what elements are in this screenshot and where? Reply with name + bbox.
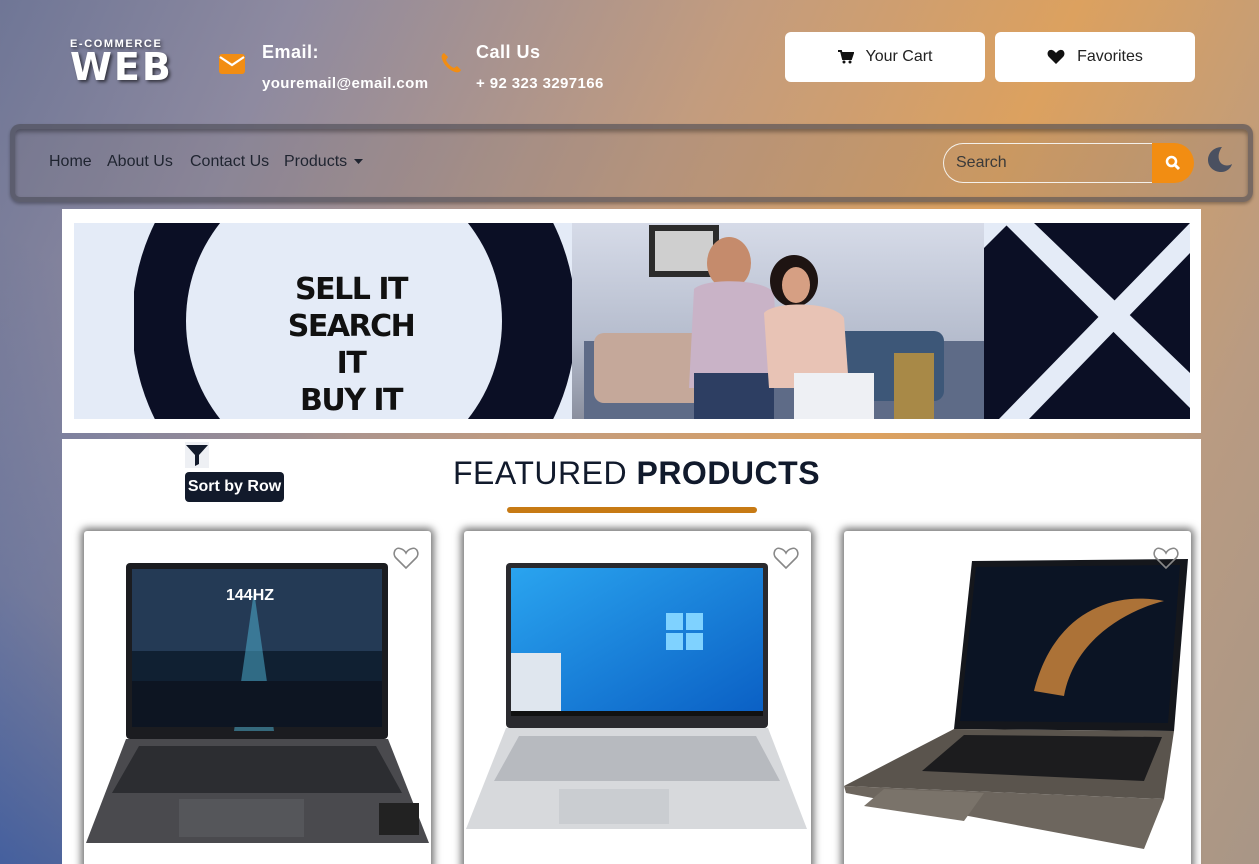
cart-label: Your Cart: [865, 48, 933, 65]
cart-icon: [837, 50, 854, 64]
cart-button[interactable]: Your Cart: [785, 32, 985, 82]
heart-filled-icon: [1047, 49, 1065, 64]
heart-outline-icon: [773, 547, 799, 570]
nav-home[interactable]: Home: [49, 153, 92, 171]
heart-outline-icon: [393, 547, 419, 570]
product-card[interactable]: 144HZ: [84, 531, 431, 864]
nav-products-label: Products: [284, 153, 348, 170]
nav-products-dropdown[interactable]: Products: [284, 153, 363, 171]
moon-icon: [1208, 147, 1232, 172]
favorite-toggle[interactable]: [393, 547, 419, 575]
favorite-toggle[interactable]: [773, 547, 799, 575]
product-image-laptop-graphite: [844, 559, 1188, 849]
search-input[interactable]: [943, 143, 1153, 183]
email-value[interactable]: youremail@email.com: [262, 75, 428, 92]
heading-underline: [507, 507, 757, 513]
call-block: Call Us + 92 323 3297166: [476, 42, 604, 92]
email-title: Email:: [262, 42, 320, 62]
dark-mode-toggle[interactable]: [1206, 145, 1234, 178]
product-image-laptop-dark: [86, 563, 429, 843]
product-card[interactable]: [844, 531, 1191, 864]
filter-button[interactable]: [185, 442, 209, 473]
phone-icon: [440, 52, 462, 79]
heading-light: FEATURED: [453, 455, 637, 491]
banner-graphic: [74, 223, 1190, 419]
search-button[interactable]: [1152, 143, 1194, 183]
search-icon: [1165, 155, 1181, 171]
email-block: Email: youremail@email.com: [262, 42, 428, 92]
envelope-icon: [219, 54, 245, 81]
nav-about[interactable]: About Us: [107, 153, 173, 171]
banner-line-1: SELL IT: [295, 272, 408, 307]
sort-by-row-button[interactable]: Sort by Row: [185, 472, 284, 502]
heart-outline-icon: [1153, 547, 1179, 570]
call-title: Call Us: [476, 42, 541, 62]
caret-down-icon: [353, 158, 363, 164]
favorites-label: Favorites: [1077, 48, 1143, 65]
banner-line-3: BUY IT: [299, 383, 404, 418]
product-card[interactable]: [464, 531, 811, 864]
favorite-toggle[interactable]: [1153, 547, 1179, 575]
heading-bold: PRODUCTS: [636, 455, 821, 491]
call-value[interactable]: + 92 323 3297166: [476, 75, 604, 92]
logo-text: WEB: [70, 45, 173, 89]
product-image-laptop-silver: [466, 563, 807, 829]
site-logo[interactable]: E-COMMERCE WEB: [70, 38, 173, 89]
favorites-button[interactable]: Favorites: [995, 32, 1195, 82]
screen-label: 144HZ: [226, 587, 275, 604]
banner-text: SELL IT SEARCH IT BUY IT: [272, 271, 430, 419]
nav-contact[interactable]: Contact Us: [190, 153, 269, 171]
featured-heading: FEATURED PRODUCTS: [453, 455, 820, 492]
banner-line-2: SEARCH IT: [287, 309, 416, 381]
hero-banner[interactable]: SELL IT SEARCH IT BUY IT: [74, 223, 1190, 419]
filter-icon: [185, 442, 209, 468]
